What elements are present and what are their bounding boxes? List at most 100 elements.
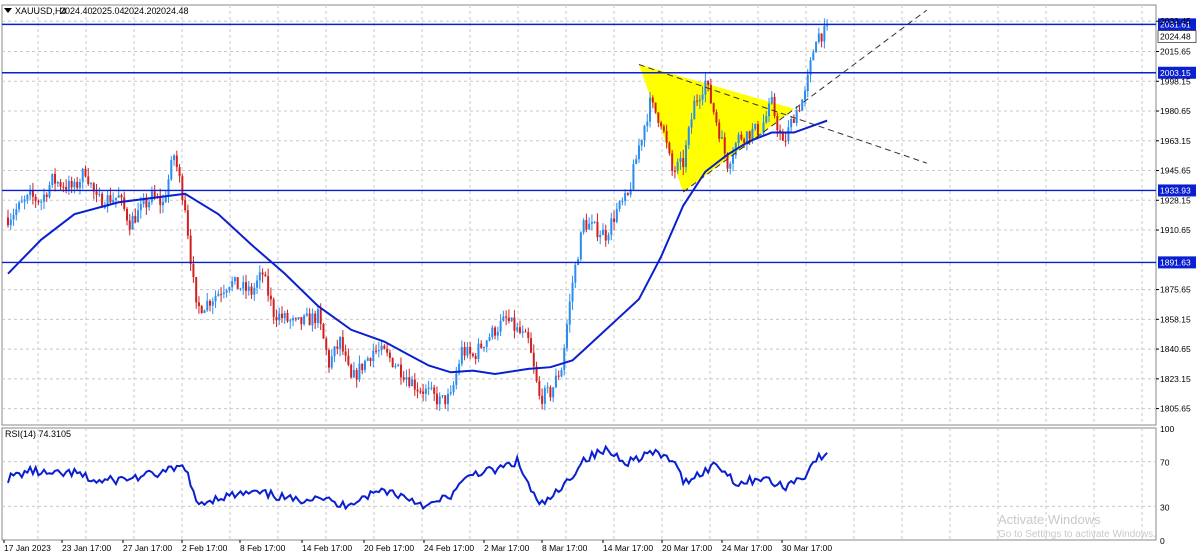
candle-body (402, 377, 405, 380)
candle-body (397, 364, 400, 367)
candle-body (275, 317, 278, 321)
candle-body (679, 158, 682, 162)
candle-body (737, 134, 740, 144)
candle-body (621, 200, 624, 202)
candle-body (812, 52, 815, 61)
candle-body (433, 387, 436, 394)
candle-body (447, 393, 450, 405)
candle-body (646, 121, 649, 126)
candle-body (687, 127, 690, 145)
candle-body (530, 338, 533, 353)
rsi-tick-label: 100 (1160, 424, 1174, 434)
candle-body (690, 119, 693, 128)
candle-body (618, 201, 621, 209)
candle-body (435, 393, 438, 405)
candle-body (662, 126, 665, 132)
candle-body (756, 124, 759, 136)
candle-body (480, 343, 483, 348)
candle-body (148, 201, 151, 208)
time-tick-label: 17 Jan 2023 (4, 543, 51, 553)
candle-body (613, 218, 616, 222)
level-price-label: 1933.93 (1160, 185, 1191, 195)
candle-body (557, 375, 560, 377)
candle-body (120, 195, 123, 198)
candle-body (790, 119, 793, 128)
candle-body (239, 288, 242, 290)
candle-body (358, 363, 361, 380)
candle-body (566, 324, 569, 348)
rsi-label: RSI(14) 74.3105 (5, 429, 71, 439)
candle-body (649, 97, 652, 122)
candle-body (485, 340, 488, 347)
candle-body (40, 201, 43, 203)
candle-body (745, 131, 748, 143)
candle-body (521, 331, 524, 333)
candle-body (826, 25, 829, 27)
candle-body (161, 201, 164, 206)
candle-body (718, 122, 721, 139)
candle-body (693, 100, 696, 120)
candle-body (131, 216, 134, 230)
candle-body (311, 313, 314, 326)
candle-body (640, 139, 643, 146)
candle-body (78, 181, 81, 188)
candle-body (297, 317, 300, 319)
candle-body (355, 370, 358, 380)
candle-body (748, 131, 751, 139)
price-tick-label: 1963.15 (1160, 136, 1191, 146)
price-tick-label: 1840.65 (1160, 344, 1191, 354)
open-value: 2024.40 (60, 6, 93, 16)
candle-body (571, 282, 574, 302)
candle-body (469, 346, 472, 354)
candle-body (740, 134, 743, 140)
time-tick-label: 24 Mar 17:00 (722, 543, 772, 553)
candle-body (427, 387, 430, 389)
candle-body (784, 140, 787, 142)
candle-body (203, 310, 206, 314)
price-chart[interactable]: 2031.612003.151933.931891.63 2033.452015… (0, 0, 1200, 553)
candle-body (269, 295, 272, 300)
candle-body (73, 181, 76, 188)
time-tick-label: 20 Feb 17:00 (364, 543, 414, 553)
symbol-label: XAUUSD,H4 (15, 6, 67, 16)
candle-body (294, 318, 297, 320)
rsi-tick-label: 0 (1160, 536, 1165, 546)
candle-body (29, 190, 32, 195)
candle-body (220, 293, 223, 295)
low-value: 2024.20 (124, 6, 157, 16)
price-tick-label: 2033.45 (1160, 16, 1191, 26)
candle-body (101, 193, 104, 208)
candle-body (95, 191, 98, 195)
candle-body (430, 387, 433, 389)
candle-body (363, 360, 366, 371)
candle-body (422, 391, 425, 394)
candle-body (582, 220, 585, 233)
candle-body (723, 137, 726, 154)
candle-body (607, 234, 610, 241)
candle-body (651, 97, 654, 103)
candle-body (590, 222, 593, 224)
candle-body (823, 25, 826, 42)
candle-body (637, 145, 640, 160)
candle-body (668, 142, 671, 154)
candle-body (197, 302, 200, 307)
candle-body (460, 347, 463, 364)
candle-body (90, 183, 93, 185)
time-tick-label: 14 Mar 17:00 (603, 543, 653, 553)
candle-body (62, 186, 65, 188)
candle-body (123, 197, 126, 209)
candle-body (81, 168, 84, 182)
candle-body (67, 180, 70, 190)
candle-body (568, 301, 571, 325)
candle-body (466, 346, 469, 356)
candle-body (308, 313, 311, 326)
price-tick-label: 2015.65 (1160, 47, 1191, 57)
candle-body (499, 320, 502, 332)
candle-body (546, 387, 549, 389)
candle-body (217, 293, 220, 297)
candle-body (781, 133, 784, 141)
candle-body (316, 309, 319, 323)
candle-body (541, 395, 544, 404)
candle-body (366, 358, 369, 361)
candle-body (117, 195, 120, 198)
